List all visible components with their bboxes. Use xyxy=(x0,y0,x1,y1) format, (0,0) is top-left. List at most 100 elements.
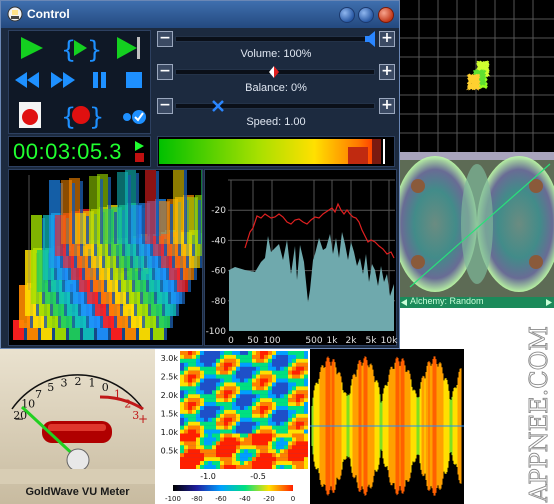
screenshot-collage: Control { } {} − + Volume: 100% − + Bal… xyxy=(0,0,554,504)
speed-slider[interactable]: − + xyxy=(157,97,395,115)
stop-icon xyxy=(126,72,142,88)
speed-track[interactable] xyxy=(175,103,375,109)
window-title: Control xyxy=(27,7,70,21)
x-tick-label: 0 xyxy=(228,336,234,346)
volume-increase-button[interactable]: + xyxy=(379,31,395,47)
vu-meter-caption: GoldWave VU Meter xyxy=(25,486,130,498)
speed-decrease-button[interactable]: − xyxy=(157,98,173,114)
record-options-button[interactable] xyxy=(105,98,149,132)
x-tick-label: 5k xyxy=(366,336,378,346)
transport-panel: { } {} xyxy=(8,30,151,134)
control-window: Control { } {} − + Volume: 100% − + Bal… xyxy=(0,0,400,349)
y-tick-label: -40 xyxy=(211,236,226,246)
speaker-icon[interactable] xyxy=(363,30,377,48)
y-tick-label: 1.5k xyxy=(161,410,179,419)
vu-scale-label: 0 xyxy=(102,381,109,394)
oscilloscope-visual xyxy=(400,0,554,152)
brace-right-icon: } xyxy=(89,103,104,131)
y-tick-label: 2.5k xyxy=(161,373,179,382)
options-dot-icon xyxy=(123,113,131,121)
alchemy-visual: Alchemy: Random xyxy=(400,152,554,308)
y-tick-label: -20 xyxy=(211,206,226,216)
pause-button[interactable] xyxy=(85,65,115,95)
3d-spectrum-visual xyxy=(8,169,203,346)
brace-right-icon: } xyxy=(87,36,102,64)
brace-left-icon: { xyxy=(61,36,76,64)
volume-track[interactable] xyxy=(175,36,375,42)
volume-label: Volume: 100% xyxy=(240,48,312,60)
y-tick-label: 3.0k xyxy=(161,354,179,363)
vu-scale-label: 2 xyxy=(124,398,131,411)
colorbar-tick-label: -80 xyxy=(191,495,202,503)
peak-hold-right xyxy=(372,139,381,164)
x-tick-label: 1k xyxy=(327,336,339,346)
x-tick-label: -1.0 xyxy=(200,472,216,481)
balance-increase-button[interactable]: + xyxy=(379,64,395,80)
x-tick-label: 50 xyxy=(247,336,259,346)
peak-hold-left xyxy=(348,147,368,164)
watermark-text: APPNEE.COM xyxy=(525,326,553,503)
x-tick-label: 100 xyxy=(263,336,280,346)
app-icon xyxy=(7,6,23,22)
prev-arrow-icon[interactable] xyxy=(401,299,408,306)
maximize-button[interactable] xyxy=(358,7,374,23)
play-state-icon xyxy=(135,141,144,162)
vu-meter-visual: 20 10 7 5 3 2 1 0 1 2 3 − + GoldWave VU Meter xyxy=(0,349,155,504)
x-tick-label: 10k xyxy=(381,336,398,346)
speed-increase-button[interactable]: + xyxy=(379,98,395,114)
vu-scale-label: 2 xyxy=(75,375,82,388)
alchemy-status-bar: Alchemy: Random xyxy=(400,296,554,308)
vu-scale-label: 1 xyxy=(114,388,121,401)
minimize-button[interactable] xyxy=(339,7,355,23)
needle-pivot-icon xyxy=(66,448,90,472)
stop-button[interactable] xyxy=(119,65,149,95)
colorbar-tick-label: -40 xyxy=(239,495,250,503)
balance-decrease-button[interactable]: − xyxy=(157,64,173,80)
time-display: 00:03:05.3 xyxy=(8,136,151,167)
waveform-visual xyxy=(310,349,464,504)
plus-sign: + xyxy=(138,412,148,426)
y-tick-label: 1.0k xyxy=(161,428,179,437)
fast-forward-button[interactable] xyxy=(47,65,79,95)
x-tick-label: 500 xyxy=(305,336,322,346)
colorbar xyxy=(173,485,293,491)
vu-scale-label: 7 xyxy=(35,388,42,401)
peak-marker xyxy=(383,139,385,164)
play-to-end-button[interactable] xyxy=(105,33,149,63)
volume-slider[interactable]: − + xyxy=(157,30,395,48)
watermark: APPNEE.COM xyxy=(520,318,554,504)
alchemy-preset-label: Alchemy: Random xyxy=(410,296,484,306)
next-arrow-icon[interactable] xyxy=(546,299,553,306)
colorbar-tick-label: -100 xyxy=(165,495,181,503)
y-tick-label: 0.5k xyxy=(161,447,179,456)
spectrogram-visual: 3.0k 2.5k 2.0k 1.5k 1.0k 0.5k -1.0 -0.5 -100 -8… xyxy=(155,349,310,504)
end-marker-icon xyxy=(137,37,140,59)
y-tick-label: -100 xyxy=(206,327,227,337)
balance-thumb-icon[interactable] xyxy=(267,64,281,80)
colorbar-tick-label: -20 xyxy=(263,495,274,503)
elapsed-time: 00:03:05.3 xyxy=(13,139,122,164)
rewind-button[interactable] xyxy=(11,65,43,95)
play-selection-button[interactable]: { } xyxy=(57,33,102,64)
minus-sign: − xyxy=(14,412,24,426)
vu-scale-label: 1 xyxy=(89,377,96,390)
balance-label: Balance: 0% xyxy=(245,82,307,94)
title-bar[interactable]: Control xyxy=(1,1,399,28)
volume-decrease-button[interactable]: − xyxy=(157,31,173,47)
y-tick-label: -60 xyxy=(211,267,226,277)
spectrum-analyzer: -20 -40 -60 -80 -100 0 50 100 500 1k 2k 5k 10k xyxy=(204,169,398,346)
record-new-button[interactable] xyxy=(11,98,55,132)
close-button[interactable] xyxy=(378,7,394,23)
vu-scale-label: 3 xyxy=(61,377,68,390)
record-selection-button[interactable]: { } xyxy=(57,98,104,132)
record-icon xyxy=(72,106,90,124)
y-tick-label: -80 xyxy=(211,297,226,307)
speed-thumb-icon[interactable] xyxy=(210,98,226,114)
pause-icon xyxy=(93,72,98,88)
balance-slider[interactable]: − + xyxy=(157,63,395,81)
x-tick-label: -0.5 xyxy=(250,472,266,481)
play-button[interactable] xyxy=(11,33,55,63)
level-fill xyxy=(159,139,381,164)
colorbar-tick-label: 0 xyxy=(291,495,295,503)
vu-scale-label: 5 xyxy=(47,381,54,394)
